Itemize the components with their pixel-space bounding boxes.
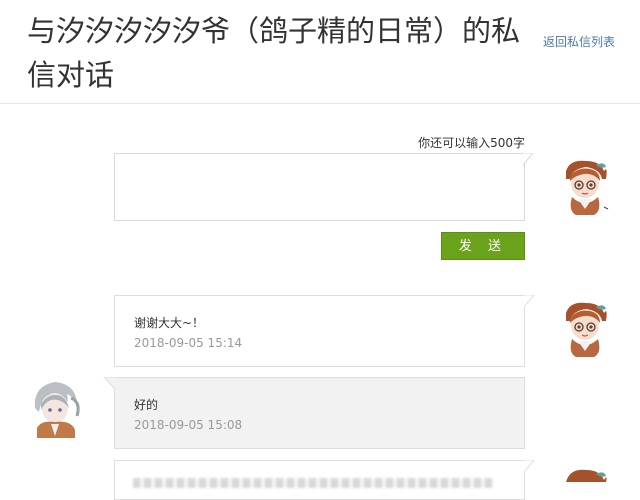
avatar-girl-icon	[566, 469, 607, 482]
message-text: 好的	[134, 398, 159, 412]
page-title: 与汐汐汐汐汐爷（鸽子精的日常）的私信对话	[27, 14, 521, 92]
bubble-tail	[524, 460, 535, 473]
my-avatar[interactable]	[556, 157, 614, 217]
send-button[interactable]: 发 送	[441, 232, 525, 260]
message-timestamp: 2018-09-05 15:08	[134, 418, 243, 432]
message-timestamp: 2018-09-05 15:14	[134, 336, 243, 350]
message-input[interactable]	[115, 154, 524, 220]
contact-avatar[interactable]	[27, 378, 85, 438]
message-bubble-sent: 谢谢大大~！ 2018-09-05 15:14	[114, 295, 535, 367]
truncated-message-text	[133, 478, 493, 488]
bubble-tail	[524, 295, 535, 308]
avatar-girl-icon	[556, 299, 614, 359]
bubble-tail	[523, 153, 534, 166]
message-bubble-received: 好的 2018-09-05 15:08	[103, 377, 525, 449]
page-header: 与汐汐汐汐汐爷（鸽子精的日常）的私信对话 返回私信列表	[0, 0, 640, 104]
back-to-messages-link[interactable]: 返回私信列表	[543, 33, 615, 50]
avatar-boy-icon	[27, 378, 85, 438]
compose-area	[114, 153, 534, 221]
avatar-girl-icon	[556, 157, 614, 217]
bubble-tail	[103, 377, 115, 390]
char-counter: 你还可以输入500字	[418, 136, 525, 150]
message-text: 谢谢大大~！	[134, 316, 205, 330]
my-avatar[interactable]	[556, 299, 614, 359]
my-avatar-partial[interactable]	[556, 464, 614, 482]
